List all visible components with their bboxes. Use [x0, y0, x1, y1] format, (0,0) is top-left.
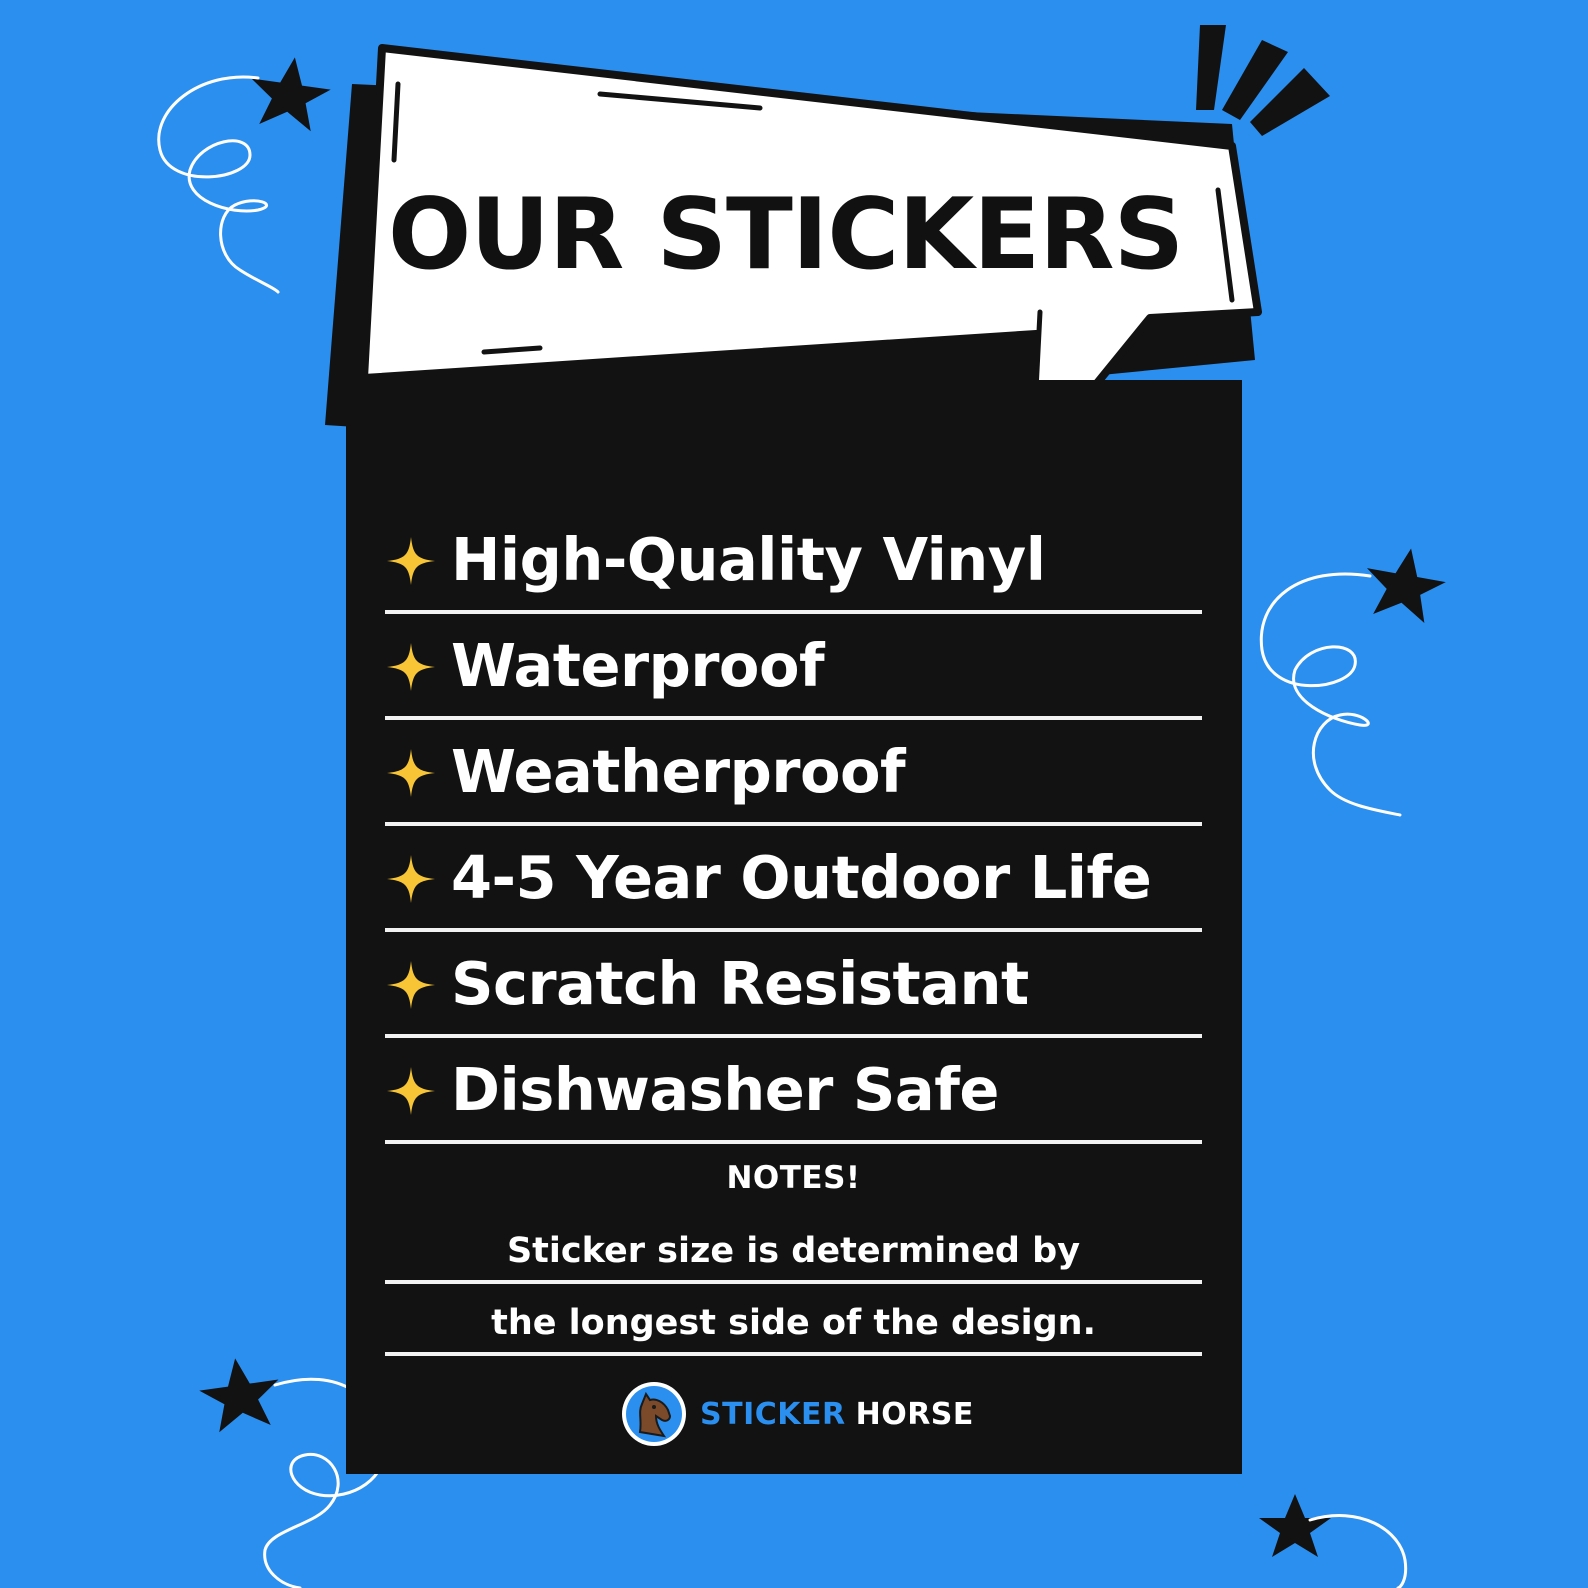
- feature-label: Dishwasher Safe: [451, 1054, 999, 1124]
- feature-list: High-Quality Vinyl Waterproof Weatherpro…: [385, 508, 1202, 1144]
- sparkle-star-icon: [387, 1067, 435, 1115]
- feature-label: High-Quality Vinyl: [451, 524, 1046, 594]
- feature-label: 4-5 Year Outdoor Life: [451, 842, 1152, 912]
- sparkle-star-icon: [387, 537, 435, 585]
- horse-head-icon: [622, 1382, 686, 1446]
- sparkle-star-icon: [387, 749, 435, 797]
- list-item: Scratch Resistant: [385, 932, 1202, 1038]
- sparkle-star-icon: [387, 855, 435, 903]
- sparkle-star-icon: [387, 961, 435, 1009]
- list-item: 4-5 Year Outdoor Life: [385, 826, 1202, 932]
- sparkle-star-icon: [387, 643, 435, 691]
- list-item: Waterproof: [385, 614, 1202, 720]
- notes-heading: NOTES!: [726, 1160, 861, 1196]
- feature-label: Scratch Resistant: [451, 948, 1029, 1018]
- brand-name-sticker: STICKER: [700, 1396, 846, 1432]
- list-item: Dishwasher Safe: [385, 1038, 1202, 1144]
- list-item: High-Quality Vinyl: [385, 508, 1202, 614]
- notes-line-2: the longest side of the design.: [385, 1298, 1202, 1356]
- notes-line-1: Sticker size is determined by: [385, 1226, 1202, 1284]
- feature-label: Waterproof: [451, 630, 825, 700]
- brand-name-horse: HORSE: [855, 1396, 974, 1432]
- brand-logo: STICKER HORSE: [620, 1380, 974, 1448]
- feature-label: Weatherproof: [451, 736, 906, 806]
- page-title: OUR STICKERS: [388, 178, 1184, 292]
- list-item: Weatherproof: [385, 720, 1202, 826]
- exclamation-marks: [1196, 25, 1330, 136]
